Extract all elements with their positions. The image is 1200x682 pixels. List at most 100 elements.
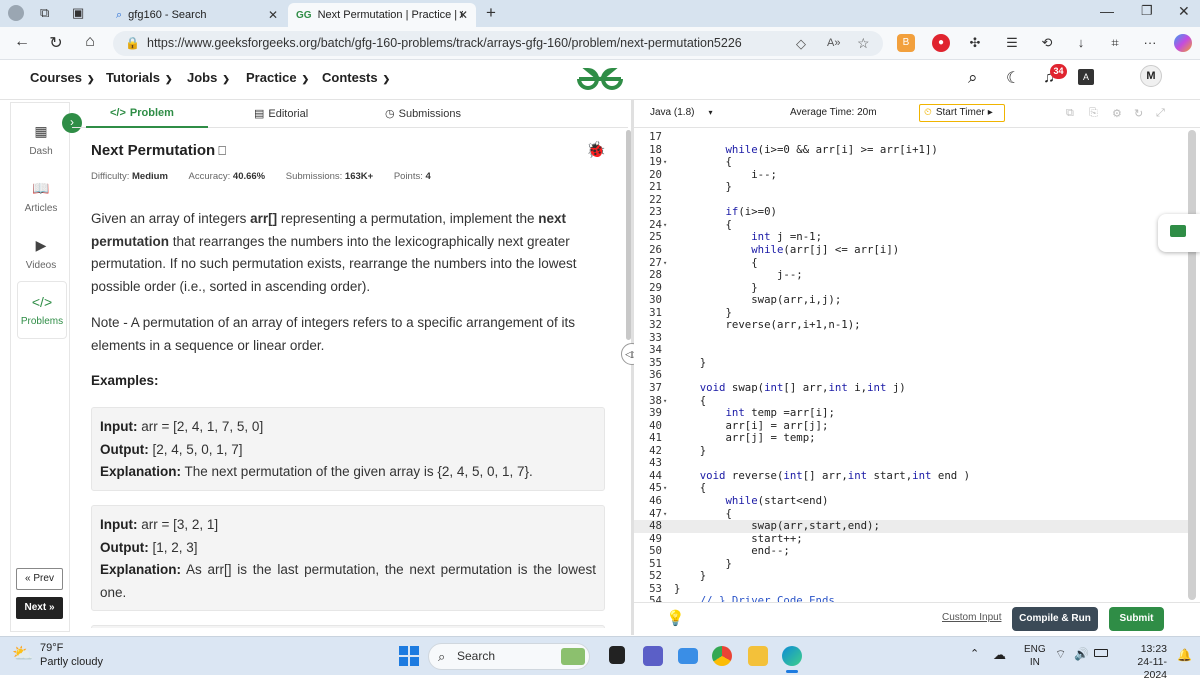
reset-icon[interactable]: ↻ xyxy=(1134,107,1143,120)
fold-arrow-icon[interactable]: ▾ xyxy=(663,482,667,495)
notification-bell-icon[interactable]: 🔔 xyxy=(1177,648,1192,662)
custom-input-link[interactable]: Custom Input xyxy=(942,612,1001,623)
code-line[interactable]: 37 void swap(int[] arr,int i,int j) xyxy=(634,381,1188,395)
tab-editorial[interactable]: ▤ Editorial xyxy=(254,107,308,120)
back-icon[interactable]: ← xyxy=(12,33,32,51)
code-line[interactable]: 17 xyxy=(634,130,1188,144)
chrome-icon[interactable] xyxy=(712,646,732,666)
submit-button[interactable]: Submit xyxy=(1109,607,1164,631)
menu-courses[interactable]: Courses ❯ xyxy=(30,70,95,85)
code-line[interactable]: 54 // } Driver Code Ends xyxy=(634,595,1188,602)
home-icon[interactable]: ⌂ xyxy=(80,33,100,51)
translate-icon[interactable]: A xyxy=(1078,69,1094,85)
code-line[interactable]: 44 void reverse(int[] arr,int start,int … xyxy=(634,469,1188,483)
compile-run-button[interactable]: Compile & Run xyxy=(1012,607,1098,631)
fold-arrow-icon[interactable]: ▾ xyxy=(663,395,667,408)
dark-mode-icon[interactable]: ☾ xyxy=(1006,68,1020,88)
battery-icon[interactable] xyxy=(1094,649,1108,657)
windows-start-icon[interactable] xyxy=(399,646,419,666)
fold-arrow-icon[interactable]: ▾ xyxy=(663,508,667,521)
weather-icon[interactable]: ⛅ xyxy=(12,644,33,664)
vertical-tabs-icon[interactable]: ▣ xyxy=(72,5,84,21)
paste-icon[interactable]: ⎘ xyxy=(1089,107,1098,120)
close-icon[interactable]: ✕ xyxy=(268,8,278,22)
menu-contests[interactable]: Contests ❯ xyxy=(322,70,390,85)
code-line[interactable]: 41 arr[j] = temp; xyxy=(634,432,1188,445)
start-timer-button[interactable]: ⏲ Start Timer ▸ xyxy=(919,104,1005,122)
code-line[interactable]: 48 swap(arr,start,end); xyxy=(634,519,1188,533)
tab-next-permutation[interactable]: GG Next Permutation | Practice | Gee ✕ xyxy=(288,3,476,27)
fullscreen-icon[interactable]: ⤢ xyxy=(1156,107,1165,120)
history-icon[interactable]: ⟲ xyxy=(1038,34,1056,52)
edge-icon[interactable] xyxy=(782,646,802,666)
code-line[interactable]: 23 if(i>=0) xyxy=(634,206,1188,219)
weather-widget[interactable]: 79°F Partly cloudy xyxy=(40,641,103,669)
extensions-icon[interactable]: ✣ xyxy=(966,34,984,52)
screenshot-icon[interactable]: ⌗ xyxy=(1106,34,1124,52)
workspaces-icon[interactable]: ⧉ xyxy=(40,5,49,21)
bookmark-icon[interactable]: ⎕ xyxy=(218,143,226,158)
bug-report-icon[interactable]: 🐞 xyxy=(586,140,606,160)
teams-icon[interactable] xyxy=(643,646,663,666)
sidebar-item-dash[interactable]: ▦ Dash xyxy=(11,123,71,157)
code-line[interactable]: 28 j--; xyxy=(634,268,1188,282)
sidebar-item-videos[interactable]: ▶ Videos xyxy=(11,237,71,271)
read-aloud-icon[interactable]: A» xyxy=(827,31,840,56)
language-indicator[interactable]: ENG IN xyxy=(1024,643,1046,669)
extension-red-icon[interactable]: ● xyxy=(932,34,950,52)
task-view-icon[interactable] xyxy=(609,646,625,664)
language-select[interactable]: Java (1.8) ▾ xyxy=(650,107,730,118)
sidebar-item-problems[interactable]: </> Problems xyxy=(17,281,67,339)
url-field[interactable]: 🔒 https://www.geeksforgeeks.org/batch/gf… xyxy=(113,31,883,56)
settings-icon[interactable]: ⚙ xyxy=(1112,107,1122,120)
menu-tutorials[interactable]: Tutorials ❯ xyxy=(106,70,172,85)
tab-submissions[interactable]: ◷ Submissions xyxy=(385,107,461,120)
gfg-logo[interactable] xyxy=(575,66,625,92)
volume-icon[interactable]: 🔊 xyxy=(1074,647,1089,661)
code-line[interactable]: 50 end--; xyxy=(634,545,1188,558)
fold-arrow-icon[interactable]: ▾ xyxy=(663,257,667,270)
window-close-icon[interactable]: ✕ xyxy=(1178,3,1190,20)
sidebar-item-articles[interactable]: 📖 Articles xyxy=(11,180,71,214)
fold-arrow-icon[interactable]: ▾ xyxy=(663,219,667,232)
next-button[interactable]: Next » xyxy=(16,597,63,619)
code-line[interactable]: 35 } xyxy=(634,356,1188,370)
new-tab-icon[interactable]: + xyxy=(486,3,496,23)
menu-practice[interactable]: Practice ❯ xyxy=(246,70,309,85)
copy-icon[interactable]: ⧉ xyxy=(1066,107,1074,120)
tag-icon[interactable]: ◇ xyxy=(796,31,806,56)
editor-scrollbar[interactable] xyxy=(1188,130,1196,600)
copilot-icon[interactable] xyxy=(1174,34,1192,52)
code-line[interactable]: 52 } xyxy=(634,570,1188,583)
prev-button[interactable]: « Prev xyxy=(16,568,63,590)
extension-b-icon[interactable]: B xyxy=(897,34,915,52)
code-line[interactable]: 42 } xyxy=(634,444,1188,458)
code-line[interactable]: 39 int temp =arr[i]; xyxy=(634,406,1188,420)
chat-app-icon[interactable] xyxy=(678,648,698,664)
search-icon[interactable]: ⌕ xyxy=(968,68,978,88)
code-line[interactable]: 32 reverse(arr,i+1,n-1); xyxy=(634,319,1188,332)
wifi-icon[interactable]: ⌔ xyxy=(1055,647,1066,662)
taskbar-search[interactable]: ⌕ Search xyxy=(428,643,590,670)
code-line[interactable]: 51 } xyxy=(634,557,1188,571)
favorites-icon[interactable]: ☰ xyxy=(1003,34,1021,52)
profile-icon[interactable] xyxy=(8,5,24,21)
chevron-up-icon[interactable]: ⌃ xyxy=(970,647,979,660)
close-icon[interactable]: ✕ xyxy=(458,8,468,22)
tab-problem[interactable]: </> Problem xyxy=(110,107,174,119)
code-line[interactable]: 19 ▾ { xyxy=(634,156,1188,169)
avatar[interactable]: M xyxy=(1140,65,1162,87)
tab-search[interactable]: ⌕ gfg160 - Search ✕ xyxy=(108,3,286,27)
restore-icon[interactable]: ❐ xyxy=(1141,3,1153,19)
lightbulb-icon[interactable]: 💡 xyxy=(666,609,685,627)
clock[interactable]: 13:23 24-11-2024 xyxy=(1117,643,1167,682)
refresh-icon[interactable]: ↻ xyxy=(46,33,66,53)
minimize-icon[interactable]: — xyxy=(1100,3,1114,19)
code-editor[interactable]: 17 18 while(i>=0 && arr[i] >= arr[i+1]) 19… xyxy=(634,128,1188,602)
download-icon[interactable]: ↓ xyxy=(1072,34,1090,52)
favorite-star-icon[interactable]: ☆ xyxy=(857,31,870,56)
code-line[interactable]: 46 while(start<end) xyxy=(634,494,1188,508)
code-line[interactable]: 21 } xyxy=(634,181,1188,194)
code-line[interactable]: 26 while(arr[j] <= arr[i]) xyxy=(634,243,1188,257)
code-line[interactable]: 33 xyxy=(634,331,1188,345)
